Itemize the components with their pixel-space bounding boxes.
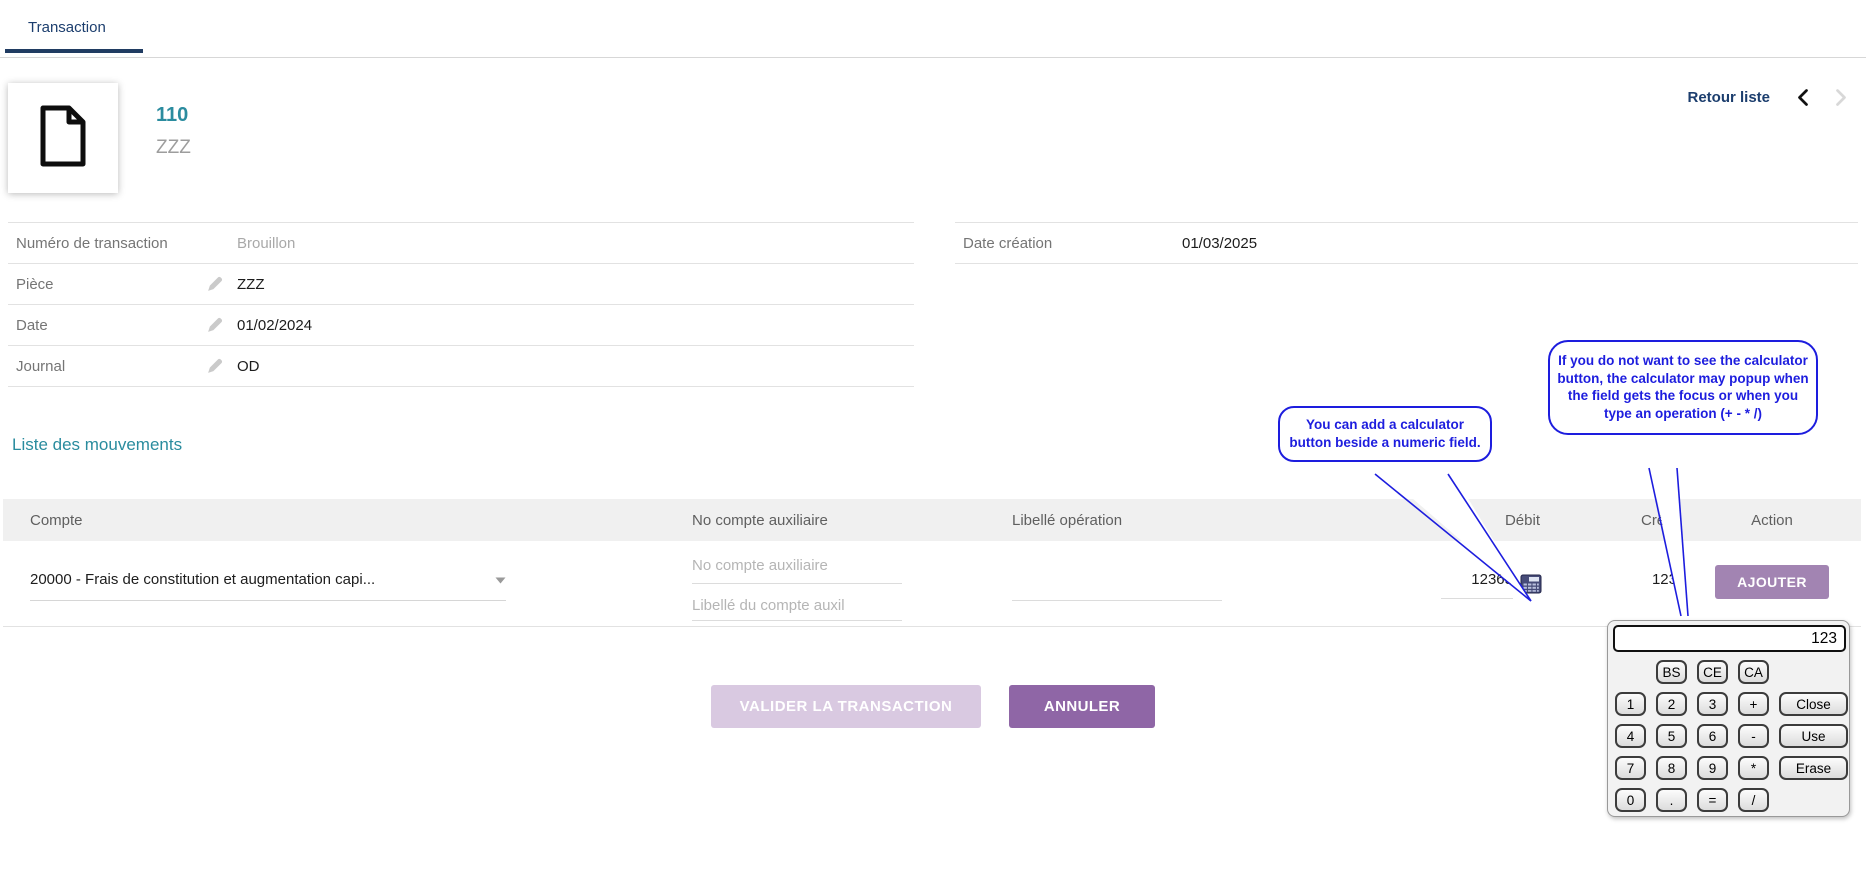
cell-debit: 12365 — [1308, 541, 1548, 626]
document-icon — [36, 104, 90, 173]
calc-key-1[interactable]: 1 — [1615, 692, 1646, 716]
calc-key-Close[interactable]: Close — [1779, 692, 1848, 716]
cancel-button[interactable]: ANNULER — [1009, 685, 1155, 728]
column-header-credit: Crédit — [1548, 512, 1683, 529]
column-header-debit: Débit — [1308, 512, 1548, 529]
field-label: Numéro de transaction — [8, 235, 206, 252]
edit-pencil-icon[interactable] — [206, 317, 237, 334]
calc-key-=[interactable]: = — [1697, 788, 1728, 812]
field-label: Date création — [955, 235, 1182, 252]
calc-key-9[interactable]: 9 — [1697, 756, 1728, 780]
aux-number-input[interactable] — [692, 557, 902, 584]
calc-key-8[interactable]: 8 — [1656, 756, 1687, 780]
field-value-numero: Brouillon — [237, 235, 295, 252]
cell-action: AJOUTER — [1683, 541, 1861, 626]
document-thumbnail — [8, 83, 118, 193]
field-value-journal[interactable]: OD — [237, 358, 260, 375]
fields-left-column: Numéro de transaction Brouillon Pièce ZZ… — [8, 222, 914, 387]
field-row-journal: Journal OD — [8, 346, 914, 387]
document-number: 110 — [156, 104, 191, 127]
calc-key-5[interactable]: 5 — [1656, 724, 1687, 748]
field-row-numero: Numéro de transaction Brouillon — [8, 223, 914, 264]
fields-right-column: Date création 01/03/2025 — [955, 222, 1858, 264]
movement-row: 20000 - Frais de constitution et augment… — [3, 541, 1861, 627]
calculator-icon[interactable] — [1520, 574, 1542, 594]
edit-pencil-icon[interactable] — [206, 276, 237, 293]
field-label: Journal — [8, 358, 206, 375]
calc-key-0[interactable]: 0 — [1615, 788, 1646, 812]
document-header: 110 ZZZ Retour liste — [0, 58, 1866, 210]
calc-key-3[interactable]: 3 — [1697, 692, 1728, 716]
field-row-date-creation: Date création 01/03/2025 — [955, 223, 1858, 264]
calc-key-2[interactable]: 2 — [1656, 692, 1687, 716]
chevron-down-icon — [495, 571, 506, 588]
edit-pencil-icon[interactable] — [206, 358, 237, 375]
calc-key-4[interactable]: 4 — [1615, 724, 1646, 748]
calculator-keys: BS CE CA 123 + Close 456-Use 789 * Erase 0. = / — [1608, 652, 1849, 812]
callout-calculator-button: You can add a calculator button beside a… — [1278, 406, 1492, 462]
cell-credit: 123 — [1548, 541, 1683, 626]
field-value-date[interactable]: 01/02/2024 — [237, 317, 312, 334]
cell-compte: 20000 - Frais de constitution et augment… — [3, 541, 648, 626]
field-row-date: Date 01/02/2024 — [8, 305, 914, 346]
calc-key--[interactable]: - — [1738, 724, 1769, 748]
add-line-button[interactable]: AJOUTER — [1715, 565, 1829, 599]
field-value-date-creation: 01/03/2025 — [1182, 235, 1257, 252]
credit-input[interactable]: 123 — [1652, 541, 1677, 588]
calc-key-Use[interactable]: Use — [1779, 724, 1848, 748]
calculator-popup: BS CE CA 123 + Close 456-Use 789 * Erase 0. = / — [1607, 620, 1850, 817]
calc-key-.[interactable]: . — [1656, 788, 1687, 812]
calc-key-7[interactable]: 7 — [1615, 756, 1646, 780]
calculator-display[interactable] — [1613, 625, 1846, 652]
footer-actions: VALIDER LA TRANSACTION ANNULER — [0, 685, 1866, 728]
debit-input[interactable]: 12365 — [1441, 541, 1513, 599]
validate-transaction-button[interactable]: VALIDER LA TRANSACTION — [711, 685, 981, 728]
document-title-block: 110 ZZZ — [156, 104, 191, 159]
calc-key-/[interactable]: / — [1738, 788, 1769, 812]
previous-record-icon[interactable] — [1796, 88, 1809, 107]
calc-key-Erase[interactable]: Erase — [1779, 756, 1848, 780]
column-header-libelle: Libellé opération — [958, 512, 1308, 529]
calc-key-*[interactable]: * — [1738, 756, 1769, 780]
compte-select-value: 20000 - Frais de constitution et augment… — [30, 571, 375, 588]
calc-key-CE[interactable]: CE — [1697, 660, 1728, 684]
document-code: ZZZ — [156, 137, 191, 159]
field-value-piece[interactable]: ZZZ — [237, 276, 265, 293]
aux-label-input[interactable] — [692, 597, 902, 621]
tab-transaction[interactable]: Transaction — [5, 0, 143, 53]
field-label: Pièce — [8, 276, 206, 293]
transaction-page: Transaction 110 ZZZ Retour liste — [0, 0, 1866, 890]
column-header-compte: Compte — [3, 512, 648, 529]
movements-table: Compte No compte auxiliaire Libellé opér… — [3, 499, 1861, 627]
compte-select[interactable]: 20000 - Frais de constitution et augment… — [30, 571, 506, 601]
back-to-list-link[interactable]: Retour liste — [1687, 89, 1770, 106]
cell-aux — [648, 541, 958, 626]
breadcrumb-nav: Retour liste — [1687, 88, 1848, 107]
field-label: Date — [8, 317, 206, 334]
calc-key-+[interactable]: + — [1738, 692, 1769, 716]
libelle-operation-input[interactable] — [1012, 541, 1222, 601]
callout-calculator-popup: If you do not want to see the calculator… — [1548, 340, 1818, 435]
movements-table-header: Compte No compte auxiliaire Libellé opér… — [3, 499, 1861, 541]
tab-bar: Transaction — [0, 0, 1866, 58]
movements-section-title: Liste des mouvements — [12, 435, 1866, 455]
calc-key-BS[interactable]: BS — [1656, 660, 1687, 684]
calc-key-CA[interactable]: CA — [1738, 660, 1769, 684]
calc-key-6[interactable]: 6 — [1697, 724, 1728, 748]
cell-libelle — [958, 541, 1308, 626]
column-header-aux-no: No compte auxiliaire — [648, 512, 958, 529]
next-record-icon[interactable] — [1835, 88, 1848, 107]
field-row-piece: Pièce ZZZ — [8, 264, 914, 305]
column-header-action: Action — [1683, 512, 1861, 529]
